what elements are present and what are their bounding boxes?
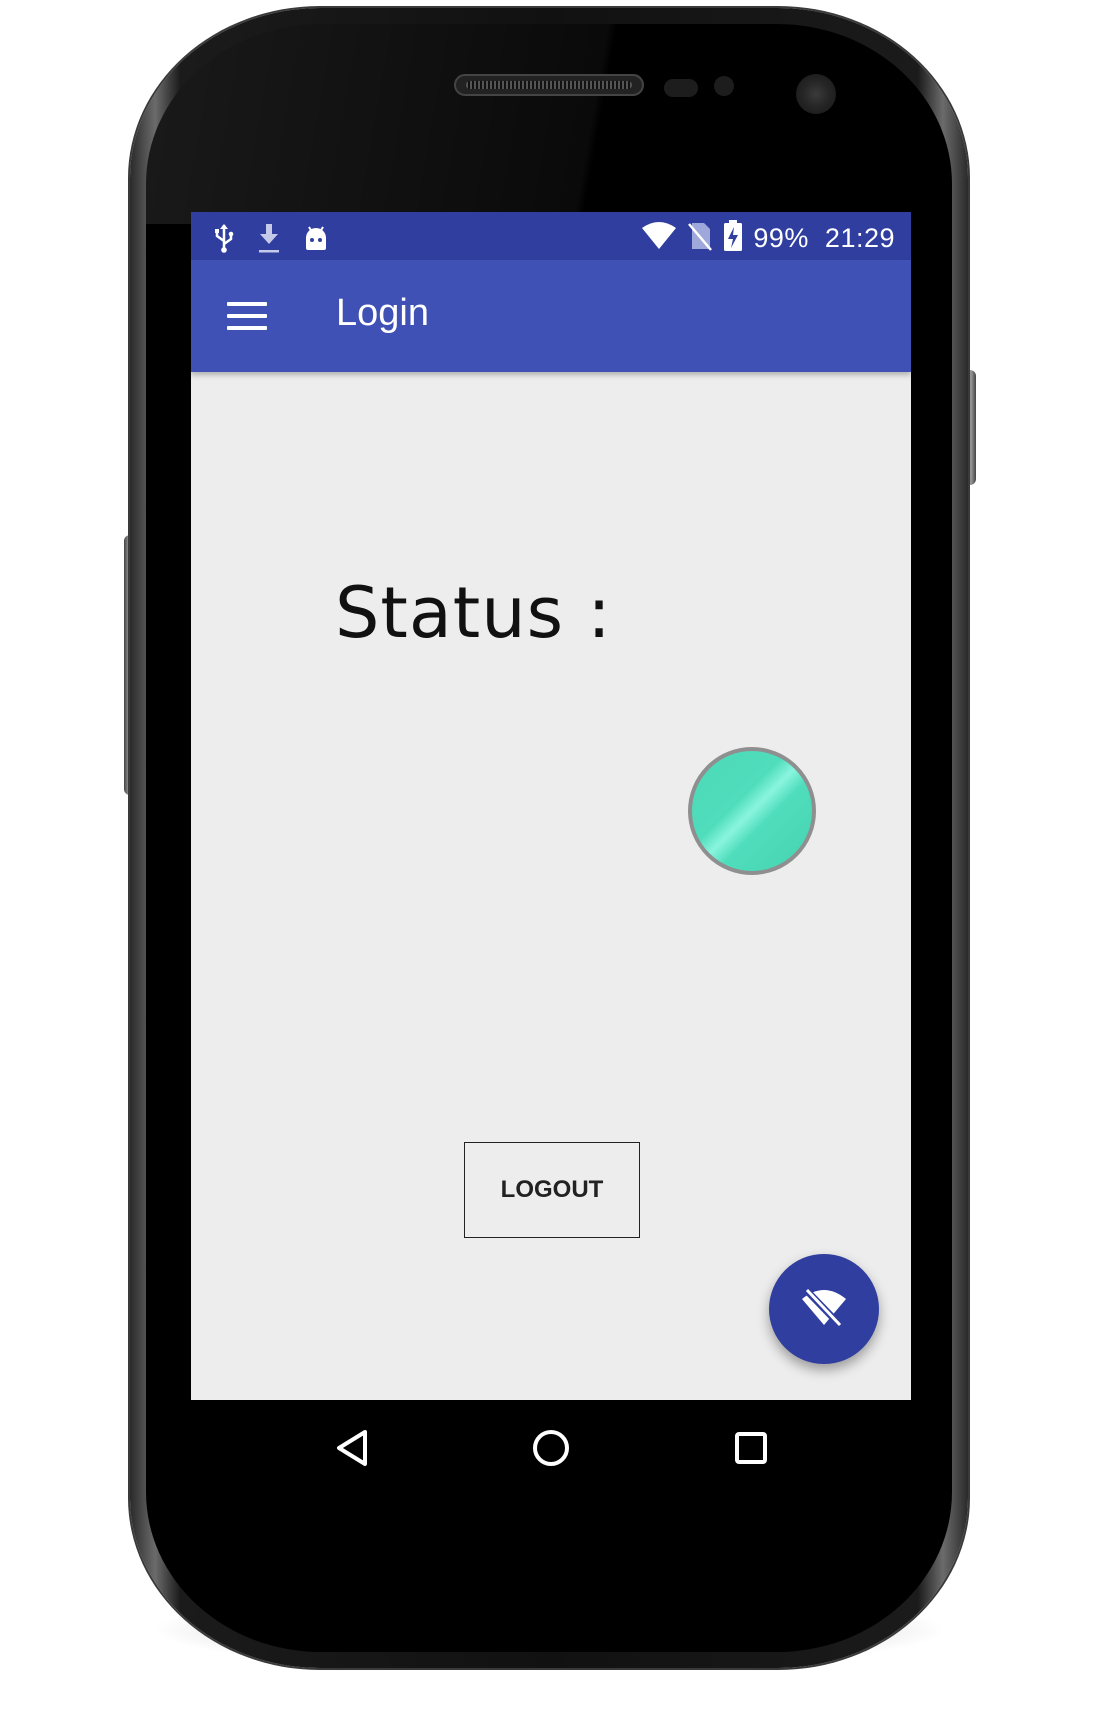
battery-percent: 99% <box>753 223 809 253</box>
app-bar: Login <box>191 260 911 372</box>
clock: 21:29 <box>824 223 895 253</box>
wifi-icon <box>641 222 677 255</box>
notification-icons <box>213 222 329 259</box>
recents-icon[interactable] <box>727 1424 775 1472</box>
main-content: Status : LOGOUT <box>191 372 911 1400</box>
status-indicator <box>688 747 816 875</box>
battery-charging-icon <box>723 220 743 257</box>
android-icon <box>303 224 329 257</box>
home-icon[interactable] <box>527 1424 575 1472</box>
device-frame: 99% 21:29 Login Status : LOGOUT <box>0 0 1101 1709</box>
usb-icon <box>213 223 235 258</box>
speaker-grille <box>466 81 632 89</box>
wifi-off-fab[interactable] <box>769 1254 879 1364</box>
status-label: Status : <box>335 572 612 654</box>
screen: 99% 21:29 Login Status : LOGOUT <box>191 212 911 1496</box>
navigation-bar <box>191 1400 911 1496</box>
menu-icon[interactable] <box>227 298 267 334</box>
page-title: Login <box>336 292 429 334</box>
wifi-off-icon <box>800 1287 848 1332</box>
front-camera <box>796 74 836 114</box>
system-icons: 99% 21:29 <box>641 220 895 257</box>
no-sim-icon <box>687 221 713 256</box>
status-bar: 99% 21:29 <box>191 212 911 260</box>
light-sensor <box>714 76 734 96</box>
back-icon[interactable] <box>329 1424 377 1472</box>
bezel-gloss <box>146 24 952 224</box>
proximity-sensor <box>664 79 698 97</box>
download-icon <box>257 222 281 259</box>
logout-button[interactable]: LOGOUT <box>464 1142 640 1238</box>
